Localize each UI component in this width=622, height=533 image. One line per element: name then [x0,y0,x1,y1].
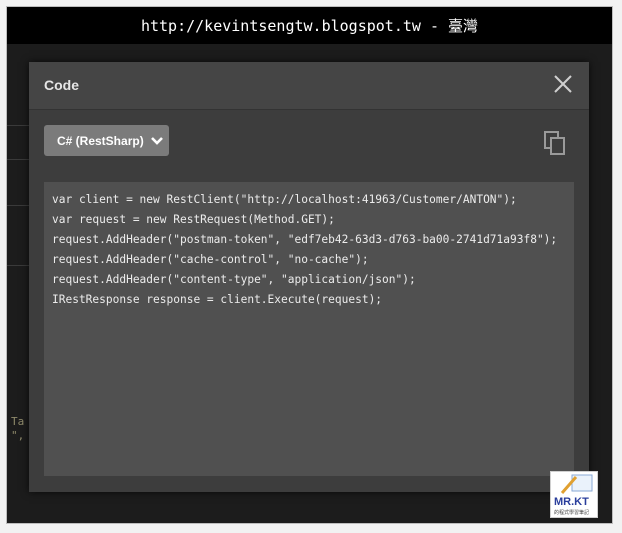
banner-text: http://kevintsengtw.blogspot.tw - 臺灣 [140,17,479,35]
language-label: C# (RestSharp) [57,133,144,148]
background-divider [7,265,29,266]
copy-icon [544,131,565,155]
close-button[interactable] [551,72,575,96]
background-divider [7,159,29,160]
blog-url-banner: http://kevintsengtw.blogspot.tw - 臺灣 [7,7,612,44]
background-divider [7,205,29,206]
code-line: var client = new RestClient("http://loca… [52,193,517,206]
language-dropdown-button[interactable]: C# (RestSharp) [44,125,169,156]
code-line: request.AddHeader("postman-token", "edf7… [52,233,558,246]
code-line: IRestResponse response = client.Execute(… [52,293,383,306]
background-text-fragment: Ta [11,415,25,428]
screenshot-frame: http://kevintsengtw.blogspot.tw - 臺灣 Ta … [6,6,613,524]
code-line: request.AddHeader("cache-control", "no-c… [52,253,369,266]
background-text-fragment: ", [11,429,25,442]
modal-header: Code [29,62,589,110]
pencil-icon [560,474,593,494]
logo-subtext: 的程式學習筆記 [554,510,590,516]
chevron-down-icon [150,136,163,145]
copy-to-clipboard-button[interactable] [543,130,567,156]
code-modal: Code C# (RestSharp) var client = new Res… [29,62,589,492]
logo-text: MR.KT [554,496,589,508]
modal-title: Code [44,77,79,93]
code-line: var request = new RestRequest(Method.GET… [52,213,335,226]
close-icon [554,75,572,93]
background-divider [7,125,29,126]
mrkt-logo: MR.KT 的程式學習筆記 [550,471,598,518]
code-line: request.AddHeader("content-type", "appli… [52,273,416,286]
code-snippet-area[interactable]: var client = new RestClient("http://loca… [44,182,574,476]
